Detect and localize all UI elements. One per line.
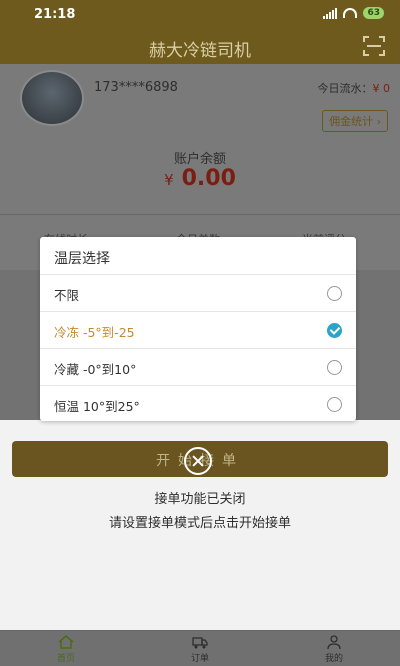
option-label: 冷冻 -5°到-25 [54,325,135,340]
option-label: 不限 [54,288,80,303]
option-label: 恒温 10°到25° [54,399,140,414]
option-frozen[interactable]: 冷冻 -5°到-25 [40,311,356,348]
battery-icon: 63 [363,7,384,19]
status-bar: 21:18 63 [0,0,400,28]
option-constant-temp[interactable]: 恒温 10°到25° [40,385,356,422]
radio-unchecked-icon[interactable] [327,360,342,375]
option-unlimited[interactable]: 不限 [40,274,356,311]
radio-unchecked-icon[interactable] [327,286,342,301]
radio-checked-icon[interactable] [327,323,342,338]
option-label: 冷藏 -0°到10° [54,362,137,377]
temperature-select-dialog: 温层选择 不限 冷冻 -5°到-25 冷藏 -0°到10° 恒温 10°到25° [40,237,356,421]
wifi-icon [343,8,358,18]
signal-icon [323,7,338,19]
radio-unchecked-icon[interactable] [327,397,342,412]
status-time: 21:18 [34,7,76,22]
dialog-title: 温层选择 [54,251,110,267]
system-icons: 63 [323,7,384,19]
option-refrigerated[interactable]: 冷藏 -0°到10° [40,348,356,385]
close-icon[interactable] [184,447,212,475]
